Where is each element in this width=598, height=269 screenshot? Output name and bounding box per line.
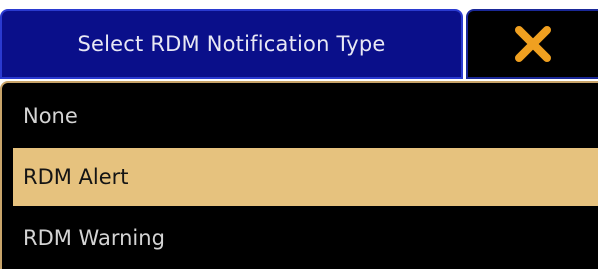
rdm-notification-dialog: Select RDM Notification Type None RDM Al… xyxy=(0,0,598,269)
dialog-title-bar: Select RDM Notification Type xyxy=(0,9,463,79)
option-label: None xyxy=(23,104,78,128)
close-icon xyxy=(515,26,551,62)
option-label: RDM Alert xyxy=(23,165,129,189)
notification-type-list: None RDM Alert RDM Warning xyxy=(0,81,598,269)
option-rdm-alert[interactable]: RDM Alert xyxy=(13,148,598,206)
option-rdm-warning[interactable]: RDM Warning xyxy=(13,209,598,267)
dialog-title: Select RDM Notification Type xyxy=(77,32,386,56)
close-button[interactable] xyxy=(466,9,598,79)
option-none[interactable]: None xyxy=(13,87,598,145)
option-label: RDM Warning xyxy=(23,226,165,250)
